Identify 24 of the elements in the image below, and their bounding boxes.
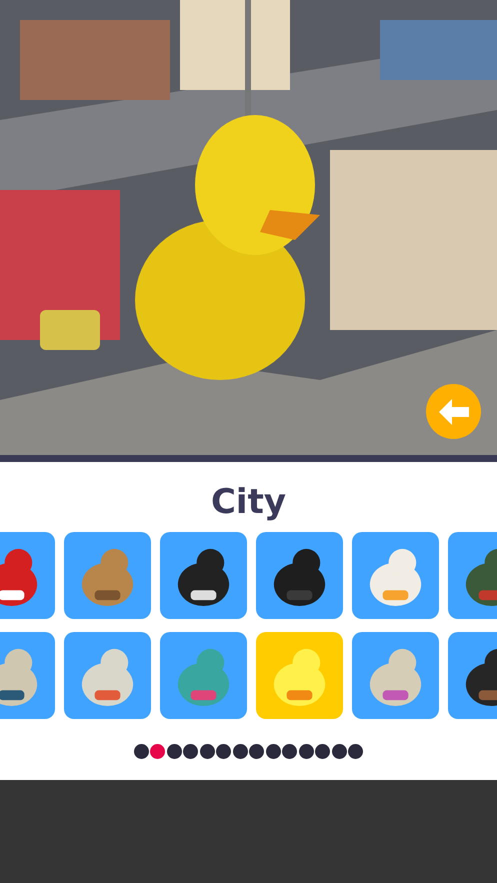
- page-dot[interactable]: [216, 744, 232, 759]
- page-dot[interactable]: [282, 744, 298, 759]
- page-dot[interactable]: [266, 744, 281, 759]
- page-dot[interactable]: [150, 744, 166, 759]
- page-dot[interactable]: [166, 744, 182, 759]
- page-dot[interactable]: [332, 744, 347, 759]
- page-dot[interactable]: [200, 744, 215, 759]
- page-dot[interactable]: [348, 744, 364, 759]
- item-tile[interactable]: [352, 632, 439, 719]
- page-dot[interactable]: [134, 744, 149, 759]
- arrow-left-icon: [438, 398, 468, 424]
- item-tile[interactable]: [64, 532, 151, 619]
- item-tile[interactable]: [64, 632, 151, 719]
- page-dot[interactable]: [315, 744, 330, 759]
- page-dot[interactable]: [249, 744, 264, 759]
- category-title: City: [210, 482, 286, 522]
- item-tile[interactable]: [160, 632, 247, 719]
- item-tile[interactable]: [256, 532, 343, 619]
- page-dot[interactable]: [298, 744, 314, 759]
- item-tile[interactable]: [160, 532, 247, 619]
- item-tile[interactable]: [256, 632, 343, 719]
- page-dot[interactable]: [183, 744, 198, 759]
- item-tile[interactable]: [352, 532, 439, 619]
- page-dot[interactable]: [232, 744, 248, 759]
